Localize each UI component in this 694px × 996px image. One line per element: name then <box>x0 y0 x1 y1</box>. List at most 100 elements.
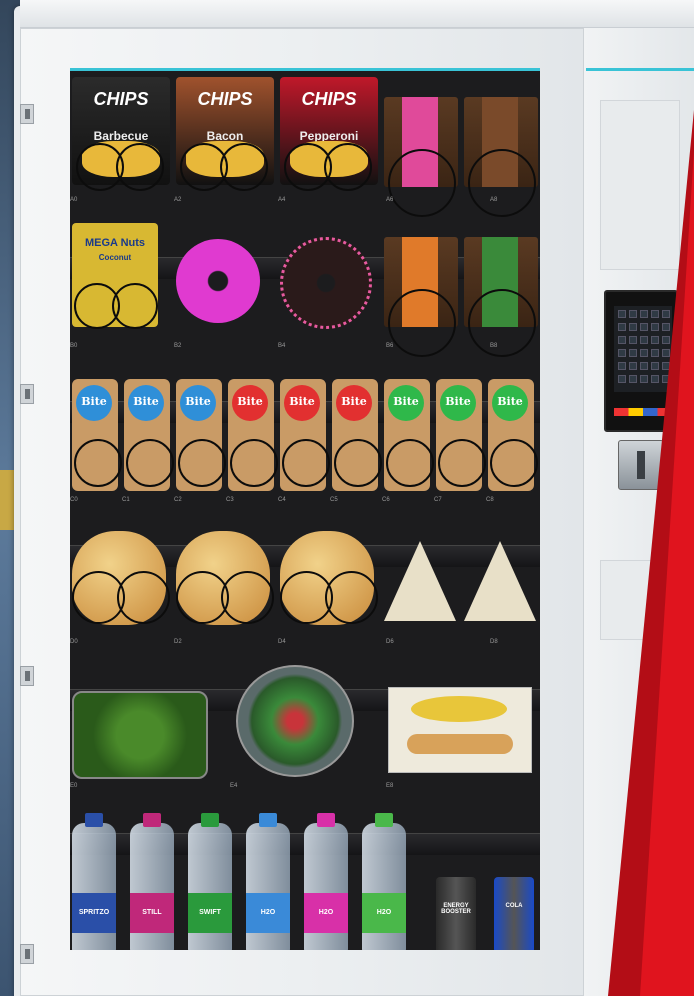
burger-roll[interactable] <box>72 531 170 625</box>
bite-snack-pack[interactable]: Bite <box>228 379 278 491</box>
slot-label: D0 <box>70 639 78 645</box>
chips-brand: CHIPS <box>301 89 357 109</box>
bite-logo-text: Bite <box>237 395 263 408</box>
chocolate-bar[interactable] <box>384 97 458 217</box>
slot-label: D6 <box>386 639 394 645</box>
slot-label: B8 <box>490 343 498 349</box>
bite-snack-pack[interactable]: Bite <box>124 379 174 491</box>
bottle-label: H2O <box>362 893 406 933</box>
vending-machine-scene: CHIPS Barbecue CHIPS Bacon CHIPS Pepperoni ME… <box>0 0 694 996</box>
slot-label: A2 <box>174 197 182 203</box>
slot-label: C5 <box>330 497 338 503</box>
drink-can[interactable]: ENERGY BOOSTER <box>436 877 476 950</box>
bottle-label: SPRITZO <box>72 893 116 933</box>
spiral-coil <box>388 149 456 217</box>
slot-label: C7 <box>434 497 442 503</box>
slot-label: A0 <box>70 197 78 203</box>
bite-snack-pack[interactable]: Bite <box>384 379 434 491</box>
spiral-coil <box>325 571 378 624</box>
slot-label: C8 <box>486 497 494 503</box>
bottle-cap <box>375 813 393 827</box>
bottle-label: STILL <box>130 893 174 933</box>
slot-label: A6 <box>386 197 394 203</box>
spiral-coil <box>468 149 536 217</box>
spiral-coil <box>221 571 274 624</box>
spiral-coil <box>334 439 382 487</box>
water-bottle[interactable]: SPRITZO <box>72 813 116 950</box>
bite-snack-pack[interactable]: Bite <box>436 379 486 491</box>
bottle-cap <box>85 813 103 827</box>
spiral-coil <box>126 439 174 487</box>
slot-label: C6 <box>382 497 390 503</box>
slot-label: B6 <box>386 343 394 349</box>
bottle-label: H2O <box>304 893 348 933</box>
slot-label: B4 <box>278 343 286 349</box>
slot-label: C3 <box>226 497 234 503</box>
spiral-coil <box>116 143 164 191</box>
spiral-coil <box>324 143 372 191</box>
slot-label: C1 <box>122 497 130 503</box>
chocolate-bar[interactable] <box>384 237 458 357</box>
bite-logo-text: Bite <box>133 395 159 408</box>
spiral-coil <box>230 439 278 487</box>
burger-roll[interactable] <box>280 531 378 625</box>
banana <box>411 696 507 722</box>
spiral-coil <box>386 439 434 487</box>
slot-label: E8 <box>386 783 394 789</box>
spiral-coil <box>468 289 536 357</box>
chocolate-bar[interactable] <box>464 237 538 357</box>
slot-label: B2 <box>174 343 182 349</box>
bite-snack-pack[interactable]: Bite <box>176 379 226 491</box>
slot-label: D2 <box>174 639 182 645</box>
bite-snack-pack[interactable]: Bite <box>488 379 538 491</box>
bottle-cap <box>201 813 219 827</box>
slot-label: A4 <box>278 197 286 203</box>
bite-logo-text: Bite <box>185 395 211 408</box>
bite-snack-pack[interactable]: Bite <box>72 379 122 491</box>
donut-pink[interactable] <box>176 239 260 323</box>
chips-bag[interactable]: CHIPS Bacon <box>176 77 274 191</box>
slot-label: C0 <box>70 497 78 503</box>
spiral-coil <box>112 283 158 329</box>
water-bottle[interactable]: H2O <box>246 813 290 950</box>
water-bottle[interactable]: SWIFT <box>188 813 232 950</box>
nuts-flavor: Coconut <box>98 253 132 262</box>
bite-logo-text: Bite <box>445 395 471 408</box>
chips-brand: CHIPS <box>93 89 149 109</box>
bottle-label: SWIFT <box>188 893 232 933</box>
salad-bowl[interactable] <box>236 665 354 777</box>
bite-snack-pack[interactable]: Bite <box>280 379 330 491</box>
donut-sprinkles[interactable] <box>280 237 372 329</box>
spiral-coil <box>220 143 268 191</box>
slot-label: E4 <box>230 783 238 789</box>
baguette <box>407 734 513 754</box>
chocolate-bar[interactable] <box>464 97 538 217</box>
burger-roll[interactable] <box>176 531 274 625</box>
bite-logo-text: Bite <box>289 395 315 408</box>
bottle-cap <box>143 813 161 827</box>
spiral-coil <box>388 289 456 357</box>
product-window: CHIPS Barbecue CHIPS Bacon CHIPS Pepperoni ME… <box>70 68 540 950</box>
sandwich-triangle[interactable] <box>384 541 456 621</box>
slot-label: D4 <box>278 639 286 645</box>
bite-snack-pack[interactable]: Bite <box>332 379 382 491</box>
sandwich-triangle[interactable] <box>464 541 536 621</box>
salad-box[interactable] <box>72 691 208 779</box>
slot-label: B0 <box>70 343 78 349</box>
water-bottle[interactable]: H2O <box>362 813 406 950</box>
slot-label: E0 <box>70 783 78 789</box>
drink-can[interactable]: COLA <box>494 877 534 950</box>
nuts-brand: MEGA Nuts <box>84 237 146 249</box>
chips-bag[interactable]: CHIPS Barbecue <box>72 77 170 191</box>
spiral-coil <box>438 439 486 487</box>
water-bottle[interactable]: H2O <box>304 813 348 950</box>
water-bottle[interactable]: STILL <box>130 813 174 950</box>
chips-bag[interactable]: CHIPS Pepperoni <box>280 77 378 191</box>
banana-sandwich-box[interactable] <box>388 687 532 773</box>
spiral-coil <box>282 439 330 487</box>
bottle-label: H2O <box>246 893 290 933</box>
spiral-coil <box>490 439 538 487</box>
nuts-bag[interactable]: MEGA Nuts Coconut <box>72 223 158 329</box>
slot-label: C4 <box>278 497 286 503</box>
bottle-cap <box>317 813 335 827</box>
